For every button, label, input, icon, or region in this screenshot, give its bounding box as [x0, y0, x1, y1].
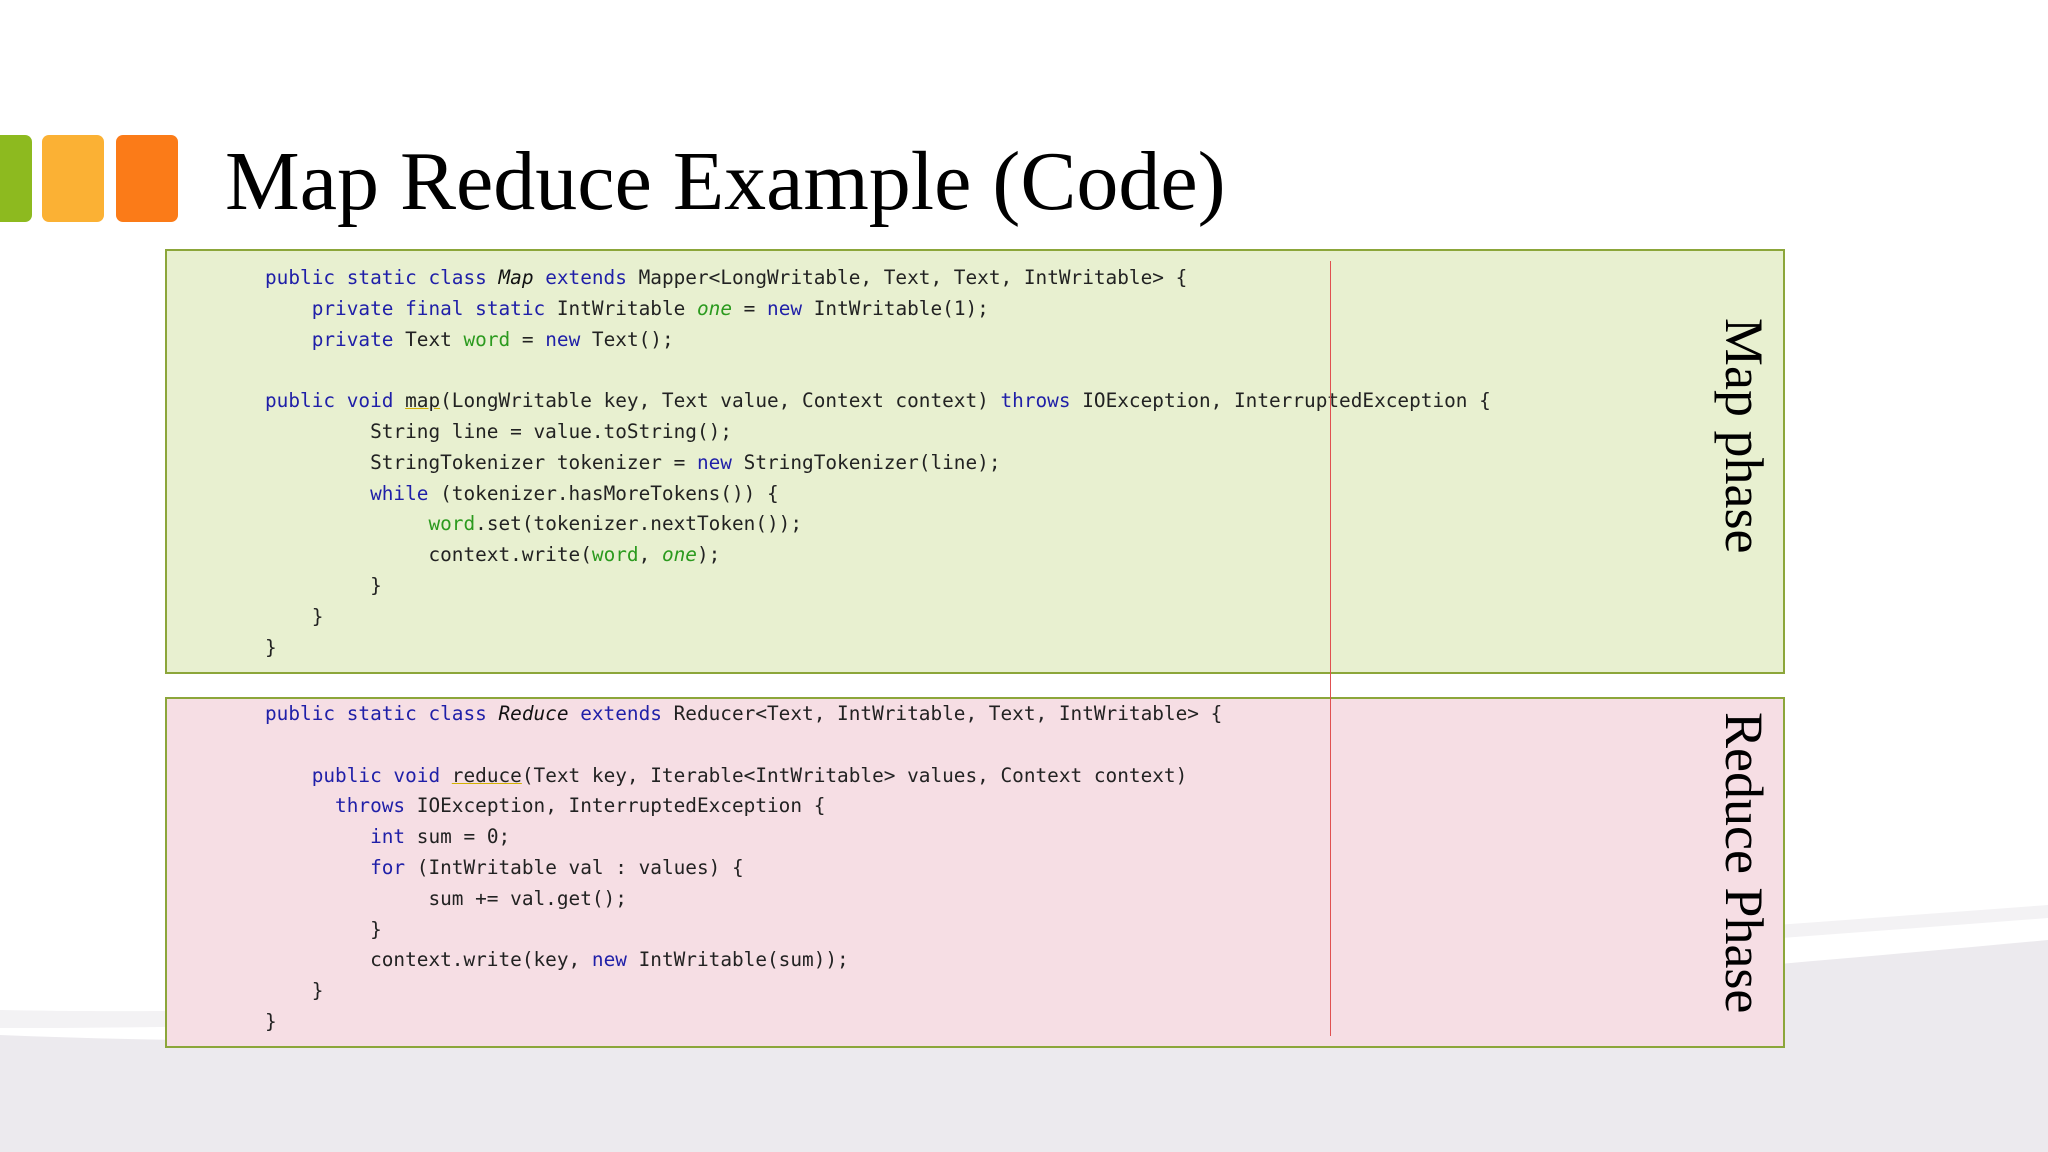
code-token: .set(tokenizer.nextToken()); — [475, 512, 803, 536]
map-code-line: } — [265, 604, 324, 628]
code-token: (LongWritable key, Text value, Context c… — [440, 389, 1001, 413]
code-token: IntWritable — [556, 296, 697, 320]
reduce-code-line: public static class Reduce extends Reduc… — [265, 702, 1222, 725]
code-token: for — [370, 855, 417, 879]
code-token: (tokenizer.hasMoreTokens()) { — [440, 481, 779, 505]
map-phase-label: Map phase — [1714, 318, 1774, 554]
code-token: Text — [405, 327, 464, 351]
map-code-line: public static class Map extends Mapper<L… — [265, 266, 1187, 289]
code-token: String line = value.toString(); — [265, 419, 732, 443]
decor-square-yellow — [42, 135, 104, 222]
reduce-code-box: public static class Reduce extends Reduc… — [165, 697, 1785, 1048]
code-token: public static class — [265, 702, 499, 725]
code-token: extends — [568, 702, 674, 725]
code-token: extends — [533, 266, 639, 289]
map-code-block: public static class Map extends Mapper<L… — [265, 263, 1491, 663]
slide: Map Reduce Example (Code) public static … — [0, 0, 2048, 1152]
decor-square-green — [0, 135, 32, 222]
reduce-code-line: public void reduce(Text key, Iterable<In… — [265, 763, 1188, 787]
code-token: = — [732, 296, 768, 320]
code-token: private final static — [311, 296, 557, 320]
code-token: Reduce — [498, 702, 569, 725]
map-code-line: public void map(LongWritable key, Text v… — [265, 389, 1491, 412]
code-token: new — [767, 296, 814, 320]
map-code-line: while (tokenizer.hasMoreTokens()) { — [265, 482, 779, 505]
code-token: } — [265, 604, 324, 628]
map-code-line: String line = value.toString(); — [265, 420, 732, 443]
reduce-code-line: throws IOException, InterruptedException… — [265, 794, 825, 817]
code-token: (IntWritable val : values) { — [416, 855, 744, 879]
reduce-code-block: public static class Reduce extends Reduc… — [265, 699, 1222, 1038]
code-token: (Text key, Iterable<IntWritable> values,… — [521, 763, 1188, 787]
code-token: word — [428, 512, 476, 536]
code-token: throws — [335, 794, 417, 818]
code-token: = — [510, 327, 546, 351]
code-token: } — [265, 917, 382, 941]
map-code-line: private final static IntWritable one = n… — [265, 297, 989, 320]
map-code-line: StringTokenizer tokenizer = new StringTo… — [265, 450, 1001, 474]
code-token: new — [696, 450, 744, 474]
code-token: ); — [696, 543, 721, 567]
code-token: public static class — [265, 266, 499, 289]
print-margin-line — [1330, 261, 1331, 1036]
code-token: word — [591, 543, 639, 567]
code-token: } — [265, 979, 324, 1003]
code-token: IntWritable(1); — [813, 296, 989, 320]
code-token: public void — [265, 389, 406, 413]
map-code-line: } — [265, 636, 277, 659]
code-token: word — [463, 327, 511, 351]
code-token: context.write( — [265, 543, 592, 567]
code-token: sum = 0; — [416, 825, 511, 849]
reduce-code-line: sum += val.get(); — [265, 886, 627, 910]
reduce-code-line: } — [265, 918, 382, 941]
decor-square-orange — [116, 135, 178, 222]
code-token: new — [545, 327, 592, 351]
code-token: Map — [498, 266, 534, 289]
code-token: } — [265, 573, 382, 597]
code-token: context.write(key, — [265, 948, 592, 972]
code-token: throws — [1000, 389, 1083, 413]
code-token: reduce — [451, 763, 522, 787]
code-token: private — [311, 327, 406, 351]
code-token: Mapper<LongWritable, Text, Text, IntWrit… — [638, 266, 1188, 289]
map-code-line: private Text word = new Text(); — [265, 328, 674, 351]
code-token: new — [591, 948, 639, 972]
reduce-code-line: int sum = 0; — [265, 825, 510, 848]
code-token: , — [638, 543, 662, 567]
map-code-box: public static class Map extends Mapper<L… — [165, 249, 1785, 674]
reduce-code-line: context.write(key, new IntWritable(sum))… — [265, 948, 849, 971]
code-token: one — [696, 296, 732, 320]
map-code-line: context.write(word, one); — [265, 543, 720, 566]
code-token: Text(); — [591, 327, 674, 351]
slide-title: Map Reduce Example (Code) — [225, 135, 1226, 228]
code-token: int — [370, 825, 417, 849]
code-token: while — [370, 481, 441, 505]
map-code-line: } — [265, 574, 382, 597]
code-token: StringTokenizer tokenizer = — [265, 450, 697, 474]
map-code-line: word.set(tokenizer.nextToken()); — [265, 512, 802, 535]
code-token: IntWritable(sum)); — [638, 948, 849, 972]
code-token: } — [265, 1009, 277, 1033]
code-token: } — [265, 635, 277, 659]
reduce-code-line: for (IntWritable val : values) { — [265, 856, 744, 879]
reduce-code-line: } — [265, 1010, 277, 1033]
code-token: IOException, InterruptedException { — [416, 794, 826, 818]
code-token: map — [405, 389, 441, 413]
reduce-phase-label: Reduce Phase — [1714, 712, 1774, 1014]
code-token: one — [661, 543, 697, 567]
code-token: public void — [311, 763, 452, 787]
code-token: IOException, InterruptedException { — [1082, 389, 1491, 413]
reduce-code-line: } — [265, 979, 324, 1003]
code-token: sum += val.get(); — [265, 886, 627, 910]
code-token: StringTokenizer(line); — [743, 450, 1001, 474]
code-token: Reducer<Text, IntWritable, Text, IntWrit… — [673, 702, 1223, 725]
